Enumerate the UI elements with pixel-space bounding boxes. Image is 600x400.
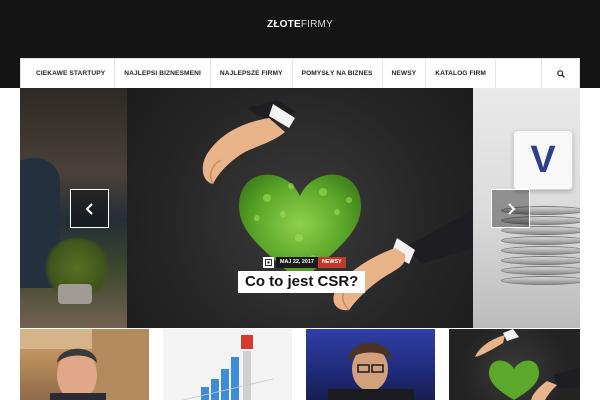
post-thumbnail-businessman[interactable] (20, 329, 149, 400)
nav-item-ciekawe-startupy[interactable]: CIEKAWE STARTUPY (21, 59, 116, 88)
main-navigation: CIEKAWE STARTUPY NAJLEPSI BIZNESMENI NAJ… (20, 58, 580, 88)
coin-stack-image (501, 246, 580, 255)
search-icon (556, 69, 565, 78)
post-meta: MAJ 22, 2017 NEWSY (263, 257, 346, 268)
nav-item-newsy[interactable]: NEWSY (383, 59, 427, 88)
nav-item-najlepsi-biznesmeni[interactable]: NAJLEPSI BIZNESMENI (115, 59, 211, 88)
post-thumbnails (20, 329, 580, 400)
letter-block-image: V (513, 130, 573, 190)
speaker-image (328, 342, 414, 400)
logo-bold-text: ZŁOTE (267, 19, 301, 30)
chevron-left-icon (85, 202, 93, 215)
post-format-icon (263, 257, 274, 268)
portrait-image (20, 329, 149, 400)
logo-light-text: FIRMY (300, 19, 333, 30)
post-thumbnail-chart[interactable] (163, 329, 292, 400)
coin-stack-image (501, 256, 580, 265)
coin-stack-image (501, 276, 580, 285)
search-button[interactable] (541, 59, 579, 88)
featured-post-title[interactable]: Co to jest CSR? (238, 271, 366, 293)
nav-item-najlepsze-firmy[interactable]: NAJLEPSZE FIRMY (211, 59, 293, 88)
post-thumbnail-speaker[interactable] (306, 329, 435, 400)
nav-item-katalog-firm[interactable]: KATALOG FIRM (426, 59, 496, 88)
heart-hands-thumbnail (475, 329, 580, 400)
post-date: MAJ 22, 2017 (276, 257, 318, 268)
slider-prev-button[interactable] (70, 189, 109, 228)
coin-stack-image (501, 236, 580, 245)
nav-item-pomysly-na-biznes[interactable]: POMYSŁY NA BIZNES (293, 59, 383, 88)
category-badge[interactable]: NEWSY (317, 257, 346, 268)
site-logo[interactable]: ZŁOTEFIRMY (0, 19, 600, 30)
bar-chart-image (163, 329, 292, 400)
coin-stack-image (501, 266, 580, 275)
slider-next-button[interactable] (491, 189, 530, 228)
chevron-right-icon (507, 202, 515, 215)
featured-slider: V MAJ 22, 2017 NEWSY Co to jest CSR? (20, 88, 580, 328)
post-thumbnail-csr[interactable] (449, 329, 580, 400)
